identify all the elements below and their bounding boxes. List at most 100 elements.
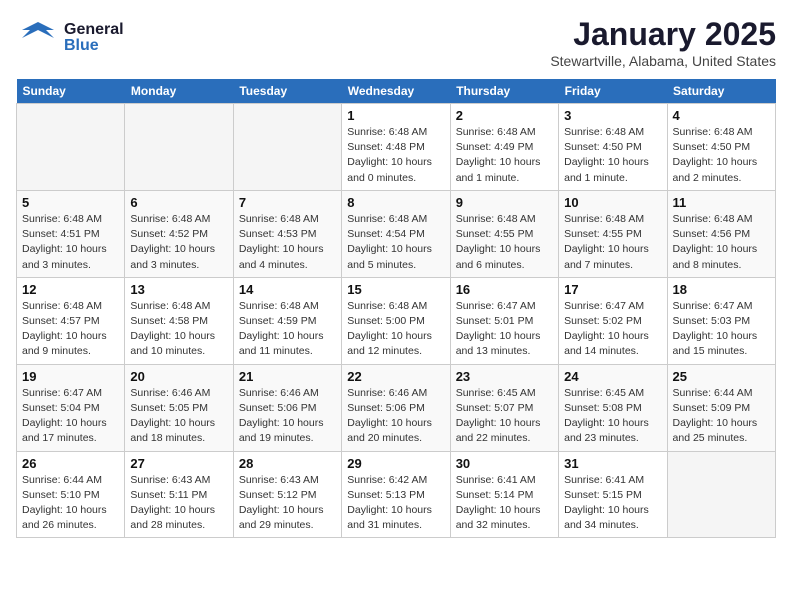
- day-info: Sunrise: 6:48 AM Sunset: 4:53 PM Dayligh…: [239, 212, 336, 273]
- calendar-cell: 15Sunrise: 6:48 AM Sunset: 5:00 PM Dayli…: [342, 277, 450, 364]
- day-info: Sunrise: 6:43 AM Sunset: 5:11 PM Dayligh…: [130, 473, 227, 534]
- day-info: Sunrise: 6:48 AM Sunset: 4:58 PM Dayligh…: [130, 299, 227, 360]
- calendar-cell: 11 Sunrise: 6:48 AM Sunset: 4:56 PM Dayli…: [667, 190, 775, 277]
- day-number: 18: [673, 282, 770, 297]
- calendar-cell: 19Sunrise: 6:47 AM Sunset: 5:04 PM Dayli…: [17, 364, 125, 451]
- day-header-wednesday: Wednesday: [342, 79, 450, 104]
- calendar-week-row: 1Sunrise: 6:48 AM Sunset: 4:48 PM Daylig…: [17, 104, 776, 191]
- logo-bird-icon: [16, 16, 60, 60]
- calendar-cell: [667, 451, 775, 538]
- day-number: 11: [673, 195, 770, 210]
- day-number: 3: [564, 108, 661, 123]
- calendar-cell: 12 Sunrise: 6:48 AM Sunset: 4:57 PM Dayli…: [17, 277, 125, 364]
- day-number: 20: [130, 369, 227, 384]
- calendar-cell: 21 Sunrise: 6:46 AM Sunset: 5:06 PM Dayli…: [233, 364, 341, 451]
- day-number: 16: [456, 282, 553, 297]
- day-number: 27: [130, 456, 227, 471]
- calendar-cell: 23 Sunrise: 6:45 AM Sunset: 5:07 PM Dayli…: [450, 364, 558, 451]
- day-info: Sunrise: 6:48 AM Sunset: 4:59 PM Dayligh…: [239, 299, 336, 360]
- day-number: 13: [130, 282, 227, 297]
- calendar-cell: 29Sunrise: 6:42 AM Sunset: 5:13 PM Dayli…: [342, 451, 450, 538]
- calendar-cell: 26Sunrise: 6:44 AM Sunset: 5:10 PM Dayli…: [17, 451, 125, 538]
- day-info: Sunrise: 6:48 AM Sunset: 4:54 PM Dayligh…: [347, 212, 444, 273]
- calendar-cell: 8Sunrise: 6:48 AM Sunset: 4:54 PM Daylig…: [342, 190, 450, 277]
- calendar-subtitle: Stewartville, Alabama, United States: [550, 53, 776, 69]
- day-info: Sunrise: 6:45 AM Sunset: 5:07 PM Dayligh…: [456, 386, 553, 447]
- day-number: 4: [673, 108, 770, 123]
- day-info: Sunrise: 6:41 AM Sunset: 5:15 PM Dayligh…: [564, 473, 661, 534]
- day-number: 6: [130, 195, 227, 210]
- day-number: 10: [564, 195, 661, 210]
- calendar-cell: 10 Sunrise: 6:48 AM Sunset: 4:55 PM Dayli…: [559, 190, 667, 277]
- day-info: Sunrise: 6:46 AM Sunset: 5:06 PM Dayligh…: [239, 386, 336, 447]
- day-info: Sunrise: 6:44 AM Sunset: 5:10 PM Dayligh…: [22, 473, 119, 534]
- calendar-cell: [125, 104, 233, 191]
- day-number: 9: [456, 195, 553, 210]
- calendar-cell: [17, 104, 125, 191]
- calendar-week-row: 26Sunrise: 6:44 AM Sunset: 5:10 PM Dayli…: [17, 451, 776, 538]
- day-header-monday: Monday: [125, 79, 233, 104]
- day-number: 30: [456, 456, 553, 471]
- calendar-cell: 24 Sunrise: 6:45 AM Sunset: 5:08 PM Dayli…: [559, 364, 667, 451]
- calendar-cell: 31Sunrise: 6:41 AM Sunset: 5:15 PM Dayli…: [559, 451, 667, 538]
- day-info: Sunrise: 6:48 AM Sunset: 4:57 PM Dayligh…: [22, 299, 119, 360]
- calendar-table: SundayMondayTuesdayWednesdayThursdayFrid…: [16, 79, 776, 538]
- day-number: 15: [347, 282, 444, 297]
- day-info: Sunrise: 6:48 AM Sunset: 4:52 PM Dayligh…: [130, 212, 227, 273]
- day-number: 7: [239, 195, 336, 210]
- day-info: Sunrise: 6:48 AM Sunset: 4:55 PM Dayligh…: [456, 212, 553, 273]
- day-number: 12: [22, 282, 119, 297]
- day-number: 25: [673, 369, 770, 384]
- calendar-cell: 5 Sunrise: 6:48 AM Sunset: 4:51 PM Daylig…: [17, 190, 125, 277]
- day-info: Sunrise: 6:47 AM Sunset: 5:03 PM Dayligh…: [673, 299, 770, 360]
- logo-text: General Blue: [64, 22, 124, 54]
- day-number: 21: [239, 369, 336, 384]
- calendar-cell: 28 Sunrise: 6:43 AM Sunset: 5:12 PM Dayli…: [233, 451, 341, 538]
- day-info: Sunrise: 6:46 AM Sunset: 5:06 PM Dayligh…: [347, 386, 444, 447]
- day-number: 17: [564, 282, 661, 297]
- day-number: 2: [456, 108, 553, 123]
- calendar-cell: 18 Sunrise: 6:47 AM Sunset: 5:03 PM Dayli…: [667, 277, 775, 364]
- calendar-cell: 16 Sunrise: 6:47 AM Sunset: 5:01 PM Dayli…: [450, 277, 558, 364]
- calendar-cell: 17 Sunrise: 6:47 AM Sunset: 5:02 PM Dayli…: [559, 277, 667, 364]
- day-number: 23: [456, 369, 553, 384]
- day-header-saturday: Saturday: [667, 79, 775, 104]
- calendar-week-row: 5 Sunrise: 6:48 AM Sunset: 4:51 PM Daylig…: [17, 190, 776, 277]
- day-info: Sunrise: 6:43 AM Sunset: 5:12 PM Dayligh…: [239, 473, 336, 534]
- day-number: 14: [239, 282, 336, 297]
- calendar-cell: 4 Sunrise: 6:48 AM Sunset: 4:50 PM Daylig…: [667, 104, 775, 191]
- calendar-cell: 25 Sunrise: 6:44 AM Sunset: 5:09 PM Dayli…: [667, 364, 775, 451]
- day-number: 29: [347, 456, 444, 471]
- day-info: Sunrise: 6:48 AM Sunset: 4:51 PM Dayligh…: [22, 212, 119, 273]
- calendar-cell: 13 Sunrise: 6:48 AM Sunset: 4:58 PM Dayli…: [125, 277, 233, 364]
- calendar-cell: 3 Sunrise: 6:48 AM Sunset: 4:50 PM Daylig…: [559, 104, 667, 191]
- day-header-thursday: Thursday: [450, 79, 558, 104]
- page-header: General Blue January 2025 Stewartville, …: [16, 16, 776, 69]
- day-number: 24: [564, 369, 661, 384]
- logo: General Blue: [16, 16, 124, 60]
- day-info: Sunrise: 6:47 AM Sunset: 5:01 PM Dayligh…: [456, 299, 553, 360]
- day-info: Sunrise: 6:48 AM Sunset: 4:50 PM Dayligh…: [673, 125, 770, 186]
- calendar-cell: 1Sunrise: 6:48 AM Sunset: 4:48 PM Daylig…: [342, 104, 450, 191]
- day-info: Sunrise: 6:48 AM Sunset: 4:56 PM Dayligh…: [673, 212, 770, 273]
- day-header-sunday: Sunday: [17, 79, 125, 104]
- calendar-cell: 27 Sunrise: 6:43 AM Sunset: 5:11 PM Dayli…: [125, 451, 233, 538]
- day-header-friday: Friday: [559, 79, 667, 104]
- calendar-cell: 6 Sunrise: 6:48 AM Sunset: 4:52 PM Daylig…: [125, 190, 233, 277]
- calendar-cell: 30 Sunrise: 6:41 AM Sunset: 5:14 PM Dayli…: [450, 451, 558, 538]
- day-info: Sunrise: 6:47 AM Sunset: 5:02 PM Dayligh…: [564, 299, 661, 360]
- day-number: 5: [22, 195, 119, 210]
- day-info: Sunrise: 6:48 AM Sunset: 4:55 PM Dayligh…: [564, 212, 661, 273]
- calendar-title-block: January 2025 Stewartville, Alabama, Unit…: [550, 16, 776, 69]
- calendar-cell: 22Sunrise: 6:46 AM Sunset: 5:06 PM Dayli…: [342, 364, 450, 451]
- day-number: 28: [239, 456, 336, 471]
- calendar-week-row: 19Sunrise: 6:47 AM Sunset: 5:04 PM Dayli…: [17, 364, 776, 451]
- day-info: Sunrise: 6:48 AM Sunset: 4:50 PM Dayligh…: [564, 125, 661, 186]
- day-number: 1: [347, 108, 444, 123]
- calendar-cell: 14 Sunrise: 6:48 AM Sunset: 4:59 PM Dayli…: [233, 277, 341, 364]
- day-info: Sunrise: 6:41 AM Sunset: 5:14 PM Dayligh…: [456, 473, 553, 534]
- day-info: Sunrise: 6:44 AM Sunset: 5:09 PM Dayligh…: [673, 386, 770, 447]
- day-number: 19: [22, 369, 119, 384]
- day-info: Sunrise: 6:48 AM Sunset: 4:49 PM Dayligh…: [456, 125, 553, 186]
- day-info: Sunrise: 6:45 AM Sunset: 5:08 PM Dayligh…: [564, 386, 661, 447]
